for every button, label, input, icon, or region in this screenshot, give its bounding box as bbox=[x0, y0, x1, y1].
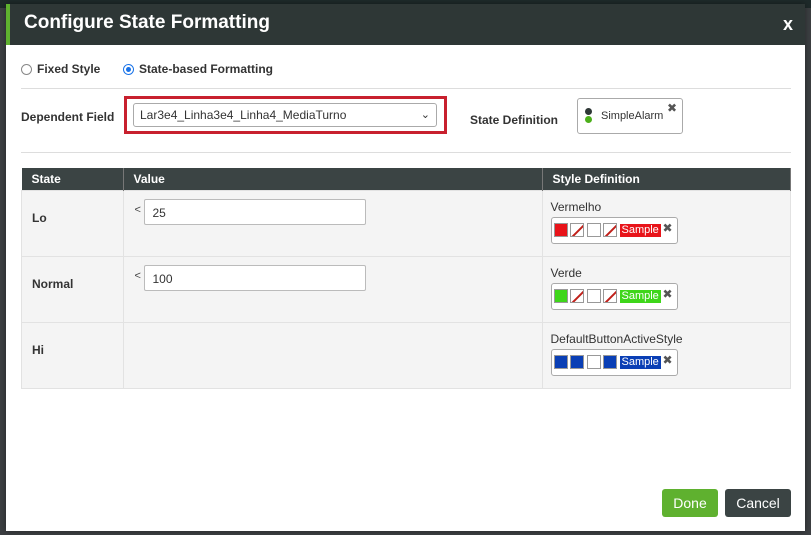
radio-state-based[interactable]: State-based Formatting bbox=[123, 62, 273, 76]
state-definition-chip[interactable]: SimpleAlarm ✖ bbox=[577, 98, 683, 134]
state-definition-label: State Definition bbox=[470, 113, 559, 127]
remove-state-definition-icon[interactable]: ✖ bbox=[667, 101, 677, 115]
state-value-input[interactable]: 25 bbox=[143, 199, 366, 225]
radio-circle-icon bbox=[21, 64, 32, 75]
divider bbox=[21, 88, 791, 89]
configure-state-formatting-dialog: Configure State Formatting x Fixed Style… bbox=[6, 4, 805, 531]
radio-selected-icon bbox=[123, 64, 134, 75]
state-table: State Value Style Definition Lo < 25 Ver… bbox=[21, 168, 791, 389]
line-color-swatch bbox=[569, 355, 584, 369]
fill-color-swatch bbox=[553, 289, 568, 303]
no-color-swatch bbox=[569, 223, 584, 237]
no-color-swatch bbox=[602, 223, 617, 237]
state-name: Hi bbox=[32, 343, 44, 357]
chevron-down-icon: ⌄ bbox=[420, 109, 430, 121]
table-row: Lo < 25 Vermelho Sample ✖ bbox=[21, 190, 791, 257]
divider bbox=[21, 152, 791, 153]
style-sample: Sample bbox=[619, 224, 661, 237]
state-name: Normal bbox=[32, 277, 74, 291]
style-name: DefaultButtonActiveStyle bbox=[550, 332, 683, 346]
fill-color-swatch bbox=[553, 355, 568, 369]
close-icon[interactable]: x bbox=[783, 14, 793, 35]
no-color-swatch bbox=[569, 289, 584, 303]
column-header-style-definition: Style Definition bbox=[542, 168, 791, 191]
style-name: Verde bbox=[550, 266, 582, 280]
empty-swatch bbox=[586, 223, 601, 237]
border-color-swatch bbox=[602, 355, 617, 369]
operator-label: < bbox=[134, 270, 141, 282]
empty-swatch bbox=[586, 289, 601, 303]
style-chip[interactable]: Sample ✖ bbox=[550, 283, 678, 310]
style-sample: Sample bbox=[619, 356, 661, 369]
style-chip[interactable]: Sample ✖ bbox=[550, 349, 678, 376]
table-row: Hi DefaultButtonActiveStyle Sample ✖ bbox=[21, 322, 791, 389]
cancel-button[interactable]: Cancel bbox=[725, 489, 791, 517]
fill-color-swatch bbox=[553, 223, 568, 237]
alarm-state-icon bbox=[585, 108, 592, 123]
radio-fixed-style[interactable]: Fixed Style bbox=[21, 62, 100, 76]
style-chip[interactable]: Sample ✖ bbox=[550, 217, 678, 244]
done-button[interactable]: Done bbox=[662, 489, 718, 517]
radio-fixed-label: Fixed Style bbox=[37, 62, 101, 76]
operator-label: < bbox=[134, 204, 141, 216]
remove-style-icon[interactable]: ✖ bbox=[662, 353, 672, 367]
empty-swatch bbox=[586, 355, 601, 369]
style-name: Vermelho bbox=[550, 200, 602, 214]
state-value-input[interactable]: 100 bbox=[143, 265, 366, 291]
radio-state-label: State-based Formatting bbox=[139, 62, 274, 76]
remove-style-icon[interactable]: ✖ bbox=[662, 221, 672, 235]
dependent-field-value: Lar3e4_Linha3e4_Linha4_MediaTurno bbox=[140, 108, 347, 122]
state-definition-value: SimpleAlarm bbox=[601, 110, 664, 122]
dependent-field-select[interactable]: Lar3e4_Linha3e4_Linha4_MediaTurno ⌄ bbox=[133, 103, 437, 127]
state-name: Lo bbox=[32, 211, 47, 225]
dependent-field-label: Dependent Field bbox=[21, 110, 115, 124]
column-header-value: Value bbox=[123, 168, 543, 191]
no-color-swatch bbox=[602, 289, 617, 303]
dialog-header: Configure State Formatting x bbox=[6, 4, 805, 45]
dialog-title: Configure State Formatting bbox=[24, 12, 270, 33]
column-header-state: State bbox=[21, 168, 124, 191]
table-row: Normal < 100 Verde Sample ✖ bbox=[21, 256, 791, 323]
style-sample: Sample bbox=[619, 290, 661, 303]
remove-style-icon[interactable]: ✖ bbox=[662, 287, 672, 301]
